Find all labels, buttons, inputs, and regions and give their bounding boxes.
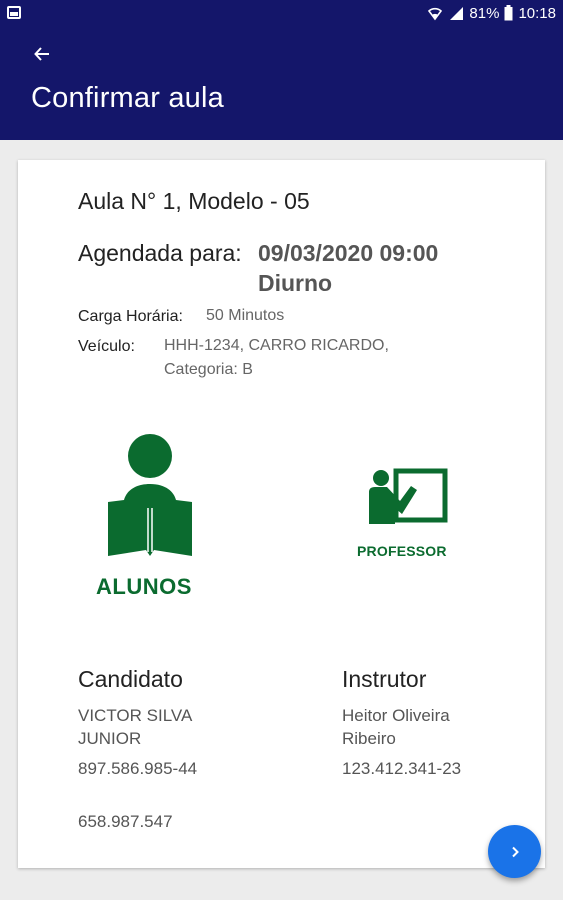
battery-icon (504, 5, 513, 21)
candidate-name-line2: JUNIOR (78, 729, 142, 748)
workload-label: Carga Horária: (78, 308, 183, 325)
instructor-cpf: 123.412.341-23 (342, 759, 462, 778)
teacher-label: PROFESSOR (357, 543, 447, 559)
scheduled-datetime: 09/03/2020 09:00 (258, 240, 439, 266)
students-label: ALUNOS (96, 574, 192, 599)
candidate-id: 658.987.547 (78, 812, 173, 831)
lesson-card: Aula N° 1, Modelo - 05 Agendada para: 09… (18, 160, 545, 868)
next-fab-button[interactable] (488, 825, 541, 878)
candidate-heading: Candidato (78, 666, 183, 692)
vehicle-value-line1: HHH-1234, CARRO RICARDO, (164, 337, 389, 354)
candidate-name-line1: VICTOR SILVA (78, 706, 193, 725)
vehicle-value-line2: Categoria: B (164, 361, 253, 378)
instructor-heading: Instrutor (342, 666, 427, 692)
student-reading-icon (108, 434, 192, 556)
back-button[interactable] (24, 40, 60, 68)
scheduled-label: Agendada para: (78, 240, 242, 266)
instructor-name-line2: Ribeiro (342, 729, 396, 748)
status-bar: 81% 10:18 (0, 0, 563, 26)
instructor-name-line1: Heitor Oliveira (342, 706, 450, 725)
status-indicators: 81% 10:18 (427, 3, 556, 23)
scheduled-period: Diurno (258, 270, 333, 296)
arrow-left-icon (34, 47, 49, 61)
chevron-right-icon (511, 846, 519, 857)
candidate-cpf: 897.586.985-44 (78, 759, 198, 778)
wifi-icon (428, 7, 443, 21)
teacher-board-icon (369, 468, 448, 524)
app-bar: Confirmar aula (0, 26, 563, 140)
page-title: Confirmar aula (31, 82, 224, 114)
clock: 10:18 (518, 4, 556, 22)
lesson-title: Aula N° 1, Modelo - 05 (78, 188, 310, 214)
battery-percent: 81% (469, 4, 500, 22)
signal-icon (450, 7, 464, 20)
workload-value: 50 Minutos (206, 307, 285, 324)
notification-icon (7, 6, 21, 19)
vehicle-label: Veículo: (78, 338, 135, 355)
